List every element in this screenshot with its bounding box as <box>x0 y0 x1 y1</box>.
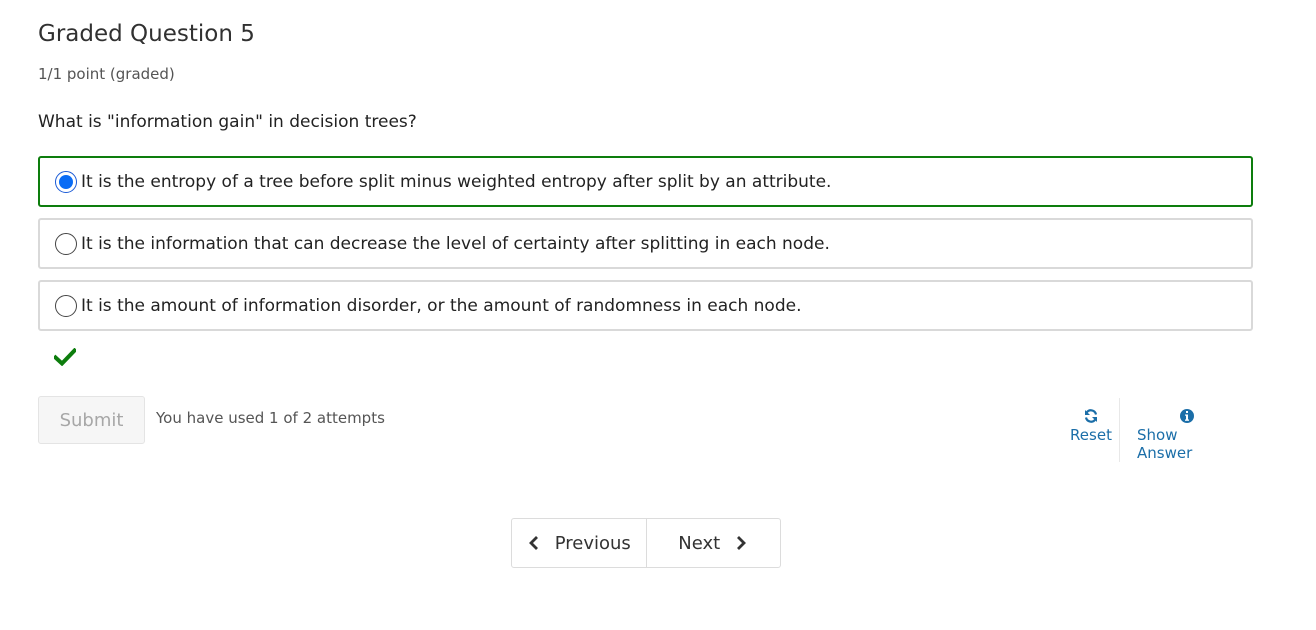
question-text: What is "information gain" in decision t… <box>38 112 417 132</box>
choice-option-2[interactable]: It is the information that can decrease … <box>38 218 1253 269</box>
radio-button-1[interactable] <box>55 170 77 193</box>
refresh-icon <box>1084 409 1098 423</box>
attempts-text: You have used 1 of 2 attempts <box>156 409 385 427</box>
choice-option-3[interactable]: It is the amount of information disorder… <box>38 280 1253 331</box>
problem-title: Graded Question 5 <box>38 21 255 47</box>
next-button[interactable]: Next <box>647 519 781 567</box>
reset-label: Reset <box>1070 426 1112 444</box>
choice-label-2: It is the information that can decrease … <box>81 233 830 254</box>
choice-label-1: It is the entropy of a tree before split… <box>81 171 832 192</box>
checkmark-icon <box>54 348 76 366</box>
submit-button[interactable]: Submit <box>38 396 145 444</box>
radio-button-2[interactable] <box>55 232 77 255</box>
show-answer-label: Show Answer <box>1137 426 1193 462</box>
previous-button[interactable]: Previous <box>512 519 647 567</box>
points-status: 1/1 point (graded) <box>38 65 175 83</box>
choice-label-3: It is the amount of information disorder… <box>81 295 802 316</box>
choice-option-1[interactable]: It is the entropy of a tree before split… <box>38 156 1253 207</box>
info-circle-icon <box>1180 409 1194 423</box>
action-divider <box>1119 398 1120 462</box>
radio-button-3[interactable] <box>55 294 77 317</box>
previous-label: Previous <box>554 532 631 554</box>
sequence-navigation: Previous Next <box>511 518 781 568</box>
show-answer-button[interactable]: Show Answer <box>1137 408 1237 462</box>
reset-button[interactable]: Reset <box>1060 408 1122 444</box>
next-label: Next <box>678 532 721 554</box>
chevron-right-icon <box>737 536 747 550</box>
chevron-left-icon <box>528 536 538 550</box>
